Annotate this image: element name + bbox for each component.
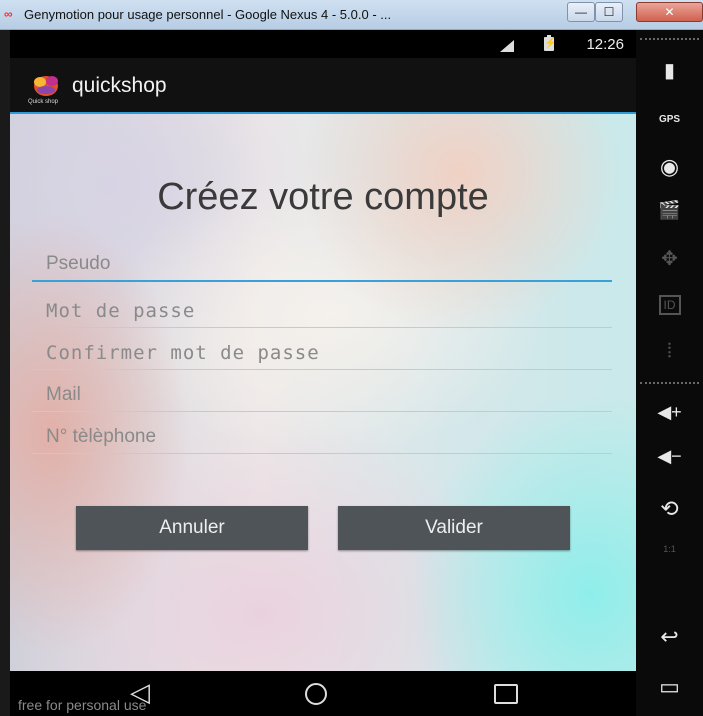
sidebar-separator	[640, 382, 699, 384]
volume-up-icon[interactable]: ◀+	[636, 402, 703, 423]
window-title: Genymotion pour usage personnel - Google…	[24, 7, 392, 22]
sidebar-back-icon[interactable]: ↩	[636, 624, 703, 650]
recent-apps-icon[interactable]	[494, 684, 518, 704]
signup-form: Créez votre compte Annuler Valider	[10, 114, 636, 671]
cancel-button[interactable]: Annuler	[76, 506, 308, 550]
mail-input[interactable]	[32, 378, 612, 412]
app-title: quickshop	[72, 74, 167, 97]
volume-down-icon[interactable]: ◀−	[636, 446, 703, 467]
pixel-perfect-icon[interactable]: 1:1	[636, 544, 703, 554]
watermark: free for personal use	[18, 697, 147, 713]
gps-icon[interactable]: GPS	[636, 114, 703, 125]
status-time: 12:26	[586, 36, 624, 53]
sidebar-separator	[640, 38, 699, 40]
webcam-icon[interactable]: ◉	[636, 154, 703, 180]
device-id-label: ID	[658, 295, 681, 315]
quickshop-logo-icon	[34, 76, 58, 96]
confirm-password-input[interactable]	[32, 336, 612, 370]
android-nav-bar: ◁ free for personal use	[10, 671, 636, 716]
maximize-button[interactable]: ☐	[595, 2, 623, 22]
pseudo-input[interactable]	[32, 248, 612, 282]
genymotion-sidebar: ▮ GPS ◉ 🎬 ✥ ID ⦙ ◀+ ◀− ⟲ 1:1 ↩ ▭	[636, 30, 703, 716]
remote-control-icon[interactable]: ✥	[636, 246, 703, 271]
status-bar: 12:26	[10, 30, 636, 58]
logo-text: Quick shop	[28, 99, 59, 105]
rotate-icon[interactable]: ⟲	[636, 496, 703, 522]
home-icon[interactable]	[305, 683, 327, 705]
device-id-icon[interactable]: ID	[636, 295, 703, 315]
validate-button[interactable]: Valider	[338, 506, 570, 550]
window-titlebar: ∞ Genymotion pour usage personnel - Goog…	[0, 0, 703, 30]
action-bar: Quick shop quickshop	[10, 58, 636, 114]
sidebar-recent-apps-icon[interactable]: ▭	[636, 674, 703, 700]
device-screen: 12:26 Quick shop quickshop Créez votre c…	[10, 30, 636, 716]
battery-charging-icon	[544, 35, 554, 51]
form-title: Créez votre compte	[157, 176, 489, 218]
genymotion-icon: ∞	[4, 7, 13, 21]
close-button[interactable]: ✕	[636, 2, 703, 22]
minimize-button[interactable]: —	[567, 2, 595, 22]
password-input[interactable]	[32, 294, 612, 328]
capture-icon[interactable]: 🎬	[636, 200, 703, 221]
signal-icon	[500, 40, 514, 52]
phone-input[interactable]	[32, 420, 612, 454]
battery-icon[interactable]: ▮	[636, 58, 703, 83]
network-icon[interactable]: ⦙	[636, 340, 703, 363]
